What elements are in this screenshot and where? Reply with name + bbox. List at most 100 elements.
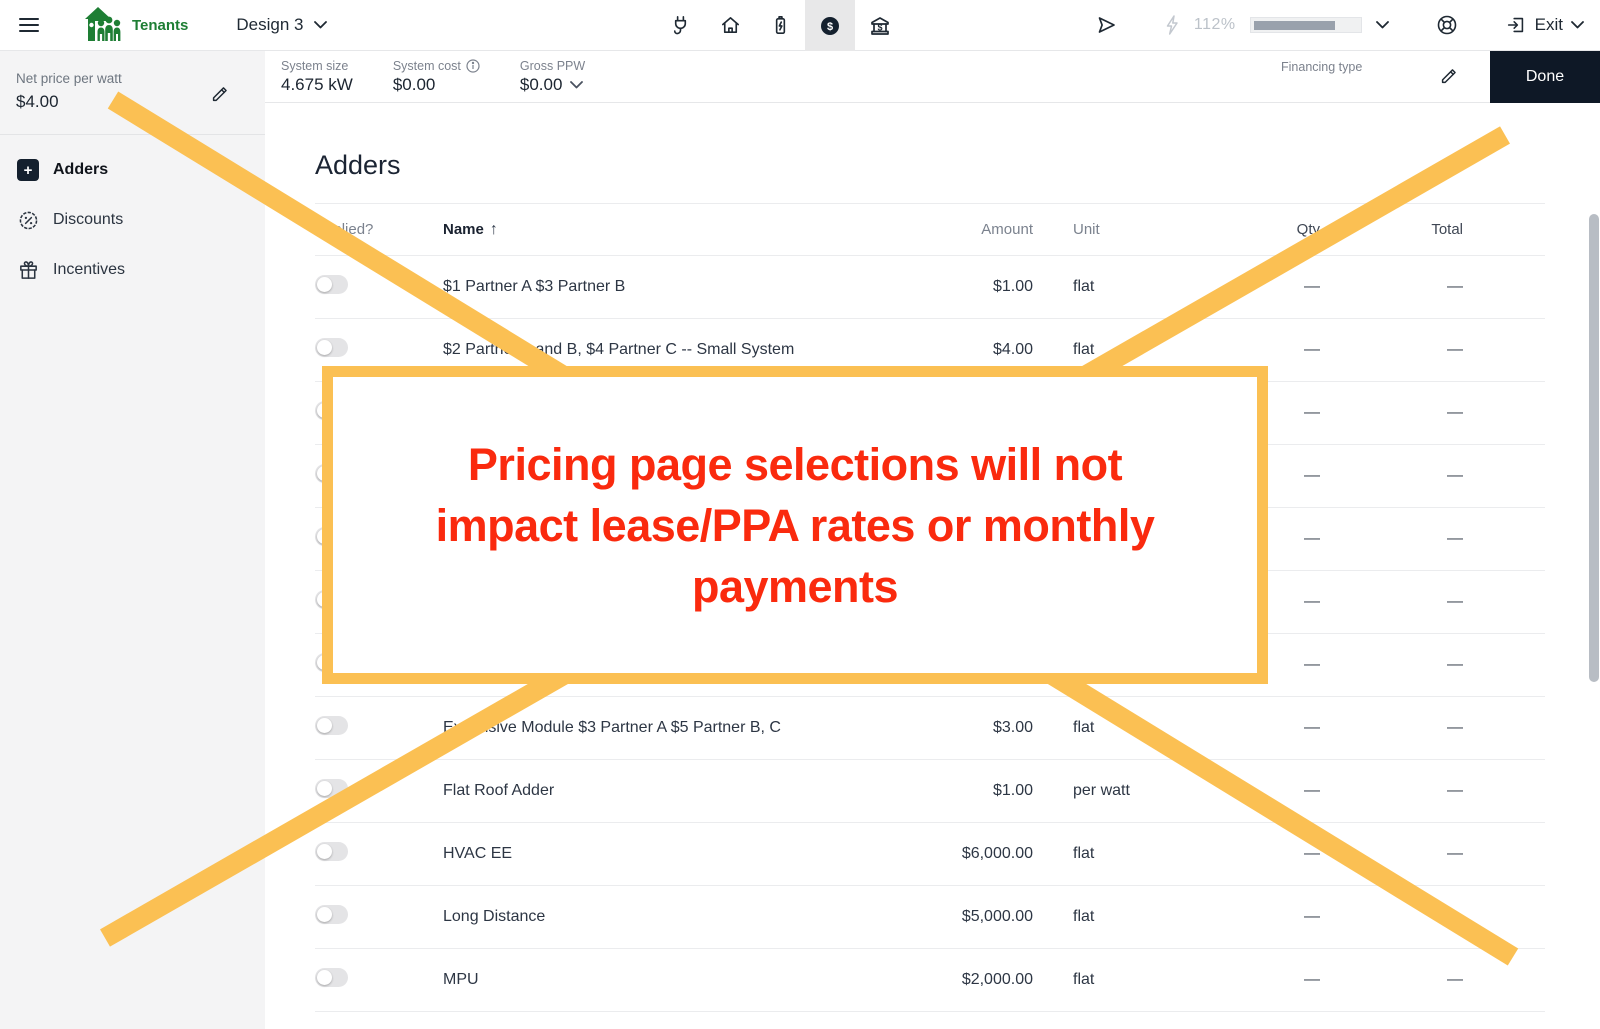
toggle-knob — [317, 277, 332, 292]
adder-total: — — [1320, 656, 1463, 674]
adder-amount: $4.00 — [913, 341, 1033, 359]
adder-qty: — — [1213, 719, 1320, 737]
brand-logo[interactable]: Tenants — [84, 5, 188, 45]
adder-qty: — — [1213, 278, 1320, 296]
toggle-knob — [317, 970, 332, 985]
chevron-down-icon[interactable] — [1376, 21, 1389, 29]
pencil-icon — [1438, 65, 1460, 87]
exit-button[interactable]: Exit — [1505, 14, 1584, 36]
adder-qty: — — [1213, 782, 1320, 800]
menu-icon[interactable] — [16, 12, 42, 38]
adder-amount: $3.00 — [913, 719, 1033, 737]
pricing-warning-callout: Pricing page selections will not impact … — [322, 366, 1268, 684]
top-navbar: Tenants Design 3 $ $ — [0, 0, 1600, 51]
adder-total: — — [1320, 467, 1463, 485]
system-cost-value: $0.00 — [393, 75, 480, 95]
applied-toggle[interactable] — [315, 968, 348, 987]
adder-unit: flat — [1033, 341, 1213, 359]
tab-home[interactable] — [705, 0, 755, 51]
table-row: HVAC EE $6,000.00 flat — — — [315, 823, 1545, 886]
adder-total: — — [1320, 782, 1463, 800]
adder-qty: — — [1213, 908, 1320, 926]
tenants-logo-icon — [84, 5, 126, 45]
bank-icon: $ — [868, 14, 892, 38]
gross-ppw-value: $0.00 — [520, 75, 563, 95]
gross-ppw-metric: Gross PPW $0.00 — [520, 59, 585, 95]
sidebar-item-discounts[interactable]: Discounts — [0, 195, 265, 245]
table-row: Expensive Module $3 Partner A $5 Partner… — [315, 697, 1545, 760]
adder-unit: flat — [1033, 278, 1213, 296]
adder-qty: — — [1213, 341, 1320, 359]
battery-icon — [769, 14, 792, 37]
share-button[interactable] — [1095, 13, 1119, 37]
design-selector[interactable]: Design 3 — [236, 15, 326, 35]
tab-pricing[interactable]: $ — [805, 0, 855, 51]
page-title: Adders — [315, 150, 1600, 181]
table-row: Flat Roof Adder $1.00 per watt — — — [315, 760, 1545, 823]
chevron-down-icon[interactable] — [570, 81, 583, 89]
adder-total: — — [1320, 593, 1463, 611]
adder-amount: $1.00 — [913, 782, 1033, 800]
sidebar-item-label: Incentives — [53, 261, 125, 279]
exit-label: Exit — [1535, 15, 1563, 35]
adder-name: Expensive Module $3 Partner A $5 Partner… — [443, 719, 913, 737]
column-applied: Applied? — [315, 221, 443, 238]
applied-toggle[interactable] — [315, 275, 348, 294]
applied-toggle[interactable] — [315, 842, 348, 861]
help-icon — [1435, 13, 1459, 37]
done-button[interactable]: Done — [1490, 51, 1600, 103]
energy-offset-bar — [1250, 17, 1362, 33]
system-size-label: System size — [281, 59, 353, 73]
sidebar-menu: + Adders Discounts Incentives — [0, 145, 265, 295]
chevron-down-icon — [1571, 21, 1584, 29]
system-size-value: 4.675 kW — [281, 75, 353, 95]
table-row: MPU $2,000.00 flat — — — [315, 949, 1545, 1012]
plug-icon — [669, 14, 692, 37]
tab-financing[interactable]: $ — [855, 0, 905, 51]
adder-name: $1 Partner A $3 Partner B — [443, 278, 913, 296]
adder-total: — — [1320, 530, 1463, 548]
edit-net-price-button[interactable] — [209, 83, 231, 105]
table-row: $1 Partner A $3 Partner B $1.00 flat — — — [315, 256, 1545, 319]
design-summary-bar: System size 4.675 kW System cost $0.00 G… — [265, 51, 1600, 103]
table-row — [315, 1012, 1545, 1029]
applied-toggle[interactable] — [315, 779, 348, 798]
column-total: Total — [1320, 221, 1463, 238]
system-size-metric: System size 4.675 kW — [281, 59, 353, 95]
table-row: Long Distance $5,000.00 flat — — — [315, 886, 1545, 949]
sidebar-item-incentives[interactable]: Incentives — [0, 245, 265, 295]
sidebar-divider — [0, 134, 265, 135]
column-name[interactable]: Name ↑ — [443, 221, 913, 239]
warning-text-line: payments — [692, 556, 898, 617]
applied-toggle[interactable] — [315, 905, 348, 924]
applied-toggle[interactable] — [315, 716, 348, 735]
sidebar-item-adders[interactable]: + Adders — [0, 145, 265, 195]
edit-pricing-button[interactable] — [1438, 65, 1460, 87]
adder-unit: flat — [1033, 908, 1213, 926]
home-icon — [719, 14, 742, 37]
energy-offset-value: 112% — [1194, 16, 1236, 34]
adder-amount: $5,000.00 — [913, 908, 1033, 926]
tab-battery[interactable] — [755, 0, 805, 51]
financing-type-label: Financing type — [1281, 60, 1362, 74]
sidebar-item-label: Adders — [53, 161, 108, 179]
adder-name: Long Distance — [443, 908, 913, 926]
adder-total: — — [1320, 971, 1463, 989]
adder-unit: flat — [1033, 845, 1213, 863]
adder-unit: flat — [1033, 971, 1213, 989]
info-icon[interactable] — [466, 59, 480, 73]
pricing-sidebar: Net price per watt $4.00 + Adders Discou… — [0, 51, 265, 1029]
app-window: Tenants Design 3 $ $ — [0, 0, 1600, 1029]
adder-total: — — [1320, 719, 1463, 737]
help-button[interactable] — [1435, 13, 1459, 37]
lightning-icon — [1165, 15, 1180, 35]
toggle-knob — [317, 781, 332, 796]
svg-text:$: $ — [827, 21, 833, 33]
applied-toggle[interactable] — [315, 338, 348, 357]
column-amount: Amount — [913, 221, 1033, 238]
vertical-scrollbar[interactable] — [1589, 214, 1599, 682]
warning-text-line: impact lease/PPA rates or monthly — [436, 495, 1155, 556]
adder-total: — — [1320, 278, 1463, 296]
tab-electrical[interactable] — [655, 0, 705, 51]
chevron-down-icon — [314, 21, 327, 29]
